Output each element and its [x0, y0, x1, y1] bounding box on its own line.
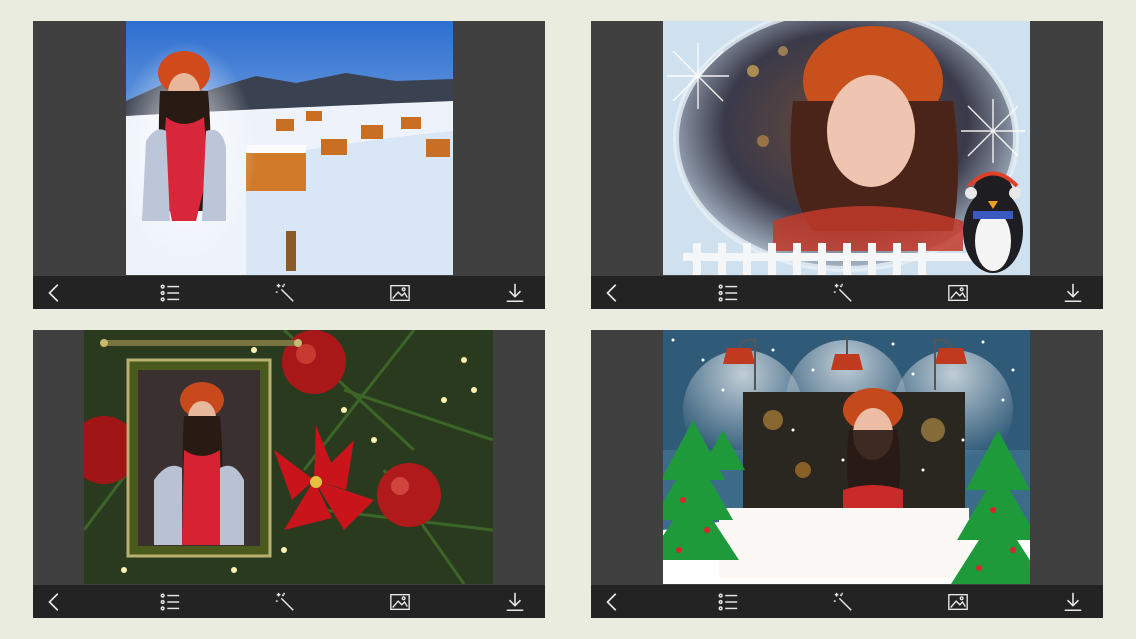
chevron-left-icon — [48, 592, 59, 611]
gallery-button[interactable] — [388, 281, 412, 305]
chevron-left-icon — [606, 592, 617, 611]
gallery-button[interactable] — [946, 590, 970, 614]
effects-button[interactable] — [273, 590, 297, 614]
magic-wand-icon — [275, 592, 294, 611]
gallery-button[interactable] — [388, 590, 412, 614]
gallery-button[interactable] — [946, 281, 970, 305]
effects-button[interactable] — [273, 281, 297, 305]
back-button[interactable] — [43, 281, 67, 305]
download-button[interactable] — [1061, 281, 1085, 305]
list-icon — [718, 592, 738, 611]
preview-panel-christmas-tree — [33, 330, 545, 618]
back-button[interactable] — [601, 590, 625, 614]
preview-panel-snow-globe — [591, 21, 1103, 309]
download-icon — [1064, 592, 1082, 611]
photo-preview[interactable] — [663, 21, 1030, 275]
back-button[interactable] — [43, 590, 67, 614]
magic-wand-icon — [275, 283, 294, 302]
editor-toolbar — [33, 585, 545, 618]
download-icon — [506, 283, 524, 302]
image-icon — [390, 593, 410, 610]
back-button[interactable] — [601, 281, 625, 305]
magic-wand-icon — [833, 592, 852, 611]
image-icon — [948, 593, 968, 610]
preview-panel-winter-landscape — [33, 21, 545, 309]
editor-toolbar — [33, 276, 545, 309]
photo-preview[interactable] — [663, 330, 1030, 584]
effects-button[interactable] — [831, 590, 855, 614]
effects-button[interactable] — [831, 281, 855, 305]
list-icon — [718, 283, 738, 302]
list-icon — [160, 283, 180, 302]
download-icon — [506, 592, 524, 611]
download-button[interactable] — [1061, 590, 1085, 614]
editor-toolbar — [591, 276, 1103, 309]
download-button[interactable] — [503, 281, 527, 305]
download-icon — [1064, 283, 1082, 302]
preview-panel-street-lamps — [591, 330, 1103, 618]
photo-preview[interactable] — [126, 21, 453, 275]
list-button[interactable] — [158, 590, 182, 614]
image-icon — [948, 284, 968, 301]
chevron-left-icon — [606, 283, 617, 302]
chevron-left-icon — [48, 283, 59, 302]
list-button[interactable] — [158, 281, 182, 305]
photo-preview[interactable] — [84, 330, 493, 584]
editor-toolbar — [591, 585, 1103, 618]
magic-wand-icon — [833, 283, 852, 302]
list-button[interactable] — [716, 590, 740, 614]
image-icon — [390, 284, 410, 301]
list-icon — [160, 592, 180, 611]
download-button[interactable] — [503, 590, 527, 614]
list-button[interactable] — [716, 281, 740, 305]
